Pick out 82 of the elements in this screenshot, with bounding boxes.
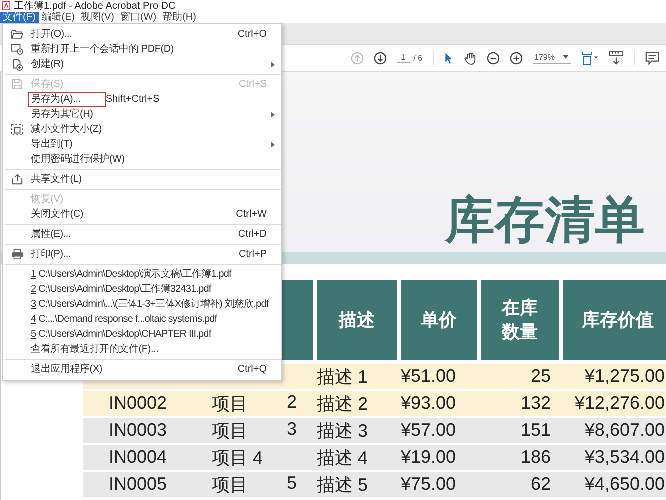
header-cell: 在库数量	[481, 280, 559, 360]
page-count: / 6	[414, 54, 423, 62]
page-down-icon[interactable]	[374, 52, 388, 64]
table-cell-text: 描述 3	[317, 420, 368, 442]
menu-item[interactable]: 4 C:...\Demand response f...oltaic systems.pdf	[3, 312, 281, 327]
table-cell-text: 描述 4	[317, 446, 368, 470]
table-cell: 151	[520, 420, 551, 441]
table-cell-text: 项目	[212, 474, 248, 496]
menu-item[interactable]: 查看所有最近打开的文件(F)...	[3, 342, 281, 357]
menu-item[interactable]: 5 C:\Users\Admin\Desktop\CHAPTER III.pdf	[3, 327, 281, 342]
table-cell: ¥12,276.00	[574, 393, 665, 414]
menu-item[interactable]: 重新打开上一个会话中的 PDF(D)	[3, 42, 281, 57]
table-cell-text: 项目	[212, 420, 248, 442]
fit-page-icon[interactable]	[581, 50, 599, 66]
table-cell-text: 项目 4	[212, 446, 264, 470]
menu-item[interactable]: 文件(F)	[0, 12, 39, 23]
menu-item[interactable]: 共享文件(L)	[3, 172, 281, 187]
menu-item[interactable]: 属性(E)... Ctrl+D	[3, 227, 281, 242]
submenu-arrow-icon	[271, 112, 275, 118]
submenu-arrow-icon	[271, 142, 275, 148]
menu-item[interactable]: 3 C:\Users\Admin\...\(三体1-3+三体X修订增补) 刘慈欣.pdf	[3, 297, 281, 312]
table-cell: ¥4,650.00	[584, 474, 665, 495]
window-title: 工作簿1.pdf - Adobe Acrobat Pro DC	[14, 0, 176, 12]
menu-item[interactable]: 减小文件大小(Z)	[3, 122, 281, 137]
table-cell: ¥93.00	[401, 393, 456, 414]
table-cell: 62	[530, 474, 551, 495]
table-cell: ¥19.00	[401, 447, 456, 468]
pointer-icon[interactable]	[444, 52, 454, 64]
print-icon	[10, 249, 24, 260]
header-cell: 单价	[401, 280, 477, 360]
table-cell: IN0003	[109, 420, 168, 441]
table-cell: 186	[520, 447, 551, 468]
menu-item[interactable]: 编辑(E)	[38, 12, 78, 23]
table-cell: ¥1,275.00	[584, 366, 665, 387]
table-cell-text: 描述 5	[317, 474, 368, 496]
menu-item[interactable]: 创建(R)	[3, 57, 281, 72]
table-cell: ¥75.00	[401, 474, 456, 495]
folder-icon	[10, 29, 24, 40]
menu-item[interactable]: 2 C:\Users\Admin\Desktop\工作簿32431.pdf	[3, 282, 281, 297]
table-cell-text: 2	[286, 392, 297, 414]
menu-item[interactable]: 另存为(A)... Shift+Ctrl+S	[3, 92, 281, 107]
scroll-mode-icon[interactable]	[609, 50, 624, 66]
menu-item[interactable]: 1 C:\Users\Admin\Desktop\演示文稿\工作簿1.pdf	[3, 267, 281, 282]
table-cell: IN0002	[109, 393, 168, 414]
menu-item[interactable]: 帮助(H)	[160, 12, 200, 23]
menu-item[interactable]: 使用密码进行保护(W)	[3, 152, 281, 167]
header-cell: 描述	[317, 280, 397, 360]
table-cell-text: 3	[286, 418, 297, 440]
menu-item[interactable]: 打印(P)... Ctrl+P	[3, 247, 281, 262]
zoom-in-icon[interactable]	[510, 52, 523, 64]
table-cell: 132	[520, 393, 551, 414]
table-cell: ¥3,534.00	[584, 447, 665, 468]
table-cell: IN0005	[109, 474, 168, 495]
table-cell: IN0004	[109, 447, 168, 468]
hand-icon[interactable]	[464, 52, 477, 64]
menu-item[interactable]: 退出应用程序(X) Ctrl+Q	[3, 362, 281, 377]
menu-item[interactable]: 另存为其它(H)	[3, 107, 281, 122]
comment-icon[interactable]	[645, 50, 660, 66]
menu-item[interactable]: 视图(V)	[78, 12, 118, 23]
save-icon	[12, 79, 22, 90]
table-cell-text: 描述 2	[317, 392, 368, 416]
zoom-out-icon[interactable]	[486, 52, 500, 64]
compress-icon	[10, 124, 24, 136]
table-cell-text: 项目	[212, 392, 248, 416]
menu-item[interactable]: 导出到(T)	[3, 137, 281, 152]
table-cell: ¥51.00	[401, 366, 456, 387]
table-cell: ¥57.00	[401, 420, 456, 441]
menu-item[interactable]: 窗口(W)	[117, 12, 160, 23]
caret-icon	[563, 55, 569, 59]
documents-clock-icon	[10, 44, 24, 55]
table-cell-text: 5	[286, 472, 297, 494]
share-icon	[12, 174, 22, 185]
header-cell: 库存价值	[563, 280, 666, 360]
page-number-field[interactable]: 1	[397, 53, 410, 63]
table-cell: ¥8,607.00	[584, 420, 665, 441]
table-cell-text: 描述 1	[317, 366, 368, 388]
table-cell: 25	[530, 366, 551, 387]
document-plus-icon	[10, 58, 24, 70]
submenu-arrow-icon	[271, 62, 275, 68]
document-title: 库存清单	[445, 192, 645, 248]
zoom-dropdown[interactable]: 179%	[532, 52, 571, 64]
menu-item[interactable]: 关闭文件(C) Ctrl+W	[3, 207, 281, 222]
